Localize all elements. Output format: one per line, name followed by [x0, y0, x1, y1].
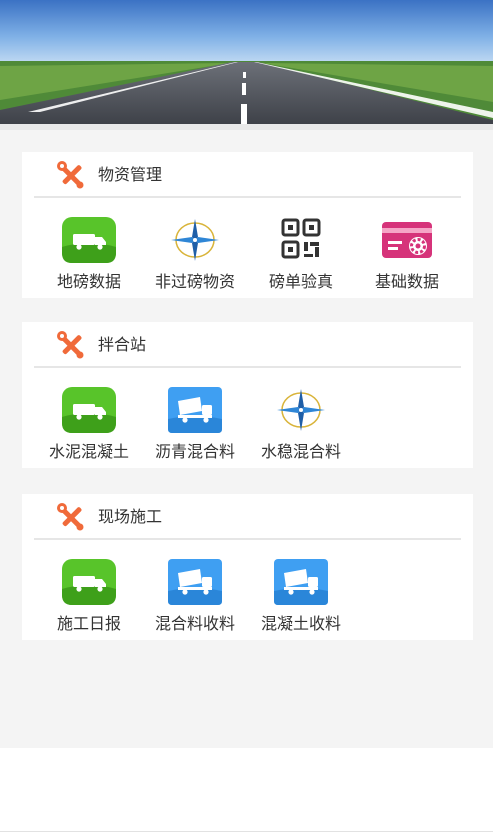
menu-item-basic-data[interactable]: 基础数据: [352, 204, 462, 294]
compass-star-icon: [171, 219, 219, 261]
header-banner-image: [0, 0, 493, 130]
tools-icon: [57, 161, 84, 189]
section-header: 现场施工: [34, 494, 461, 540]
section-card-materials: 物资管理 地磅数据 非过磅物资 磅单验真 基础数据: [22, 152, 473, 298]
menu-item-label: 施工日报: [56, 614, 121, 633]
section-title: 现场施工: [98, 507, 163, 526]
tools-icon: [57, 331, 84, 359]
qr-code-icon: [281, 218, 321, 259]
truck-scale-icon: [62, 387, 116, 433]
dump-truck-icon: [168, 387, 222, 433]
truck-scale-icon: [62, 559, 116, 605]
settings-card-icon: [382, 222, 432, 258]
menu-item-label: 非过磅物资: [154, 272, 235, 291]
menu-item-label: 水稳混合料: [260, 442, 341, 461]
compass-star-icon: [277, 389, 325, 431]
section-header: 拌合站: [34, 322, 461, 368]
menu-item-ticket-verification[interactable]: 磅单验真: [246, 204, 356, 294]
menu-item-non-weighed-materials[interactable]: 非过磅物资: [140, 204, 250, 294]
menu-item-daily-report[interactable]: 施工日报: [34, 546, 144, 636]
menu-item-mixture-receiving[interactable]: 混合料收料: [140, 546, 250, 636]
truck-scale-icon: [62, 217, 116, 263]
menu-item-label: 水泥混凝土: [48, 442, 129, 461]
menu-item-label: 基础数据: [374, 272, 439, 291]
section-card-site-construction: 现场施工 施工日报 混合料收料 混凝土收料: [22, 494, 473, 640]
bottom-divider: [0, 831, 493, 832]
section-title: 物资管理: [98, 165, 163, 184]
menu-item-cement-concrete[interactable]: 水泥混凝土: [34, 374, 144, 464]
dump-truck-icon: [274, 559, 328, 605]
menu-item-label: 沥青混合料: [154, 442, 235, 461]
menu-item-label: 磅单验真: [268, 272, 333, 291]
menu-item-concrete-receiving[interactable]: 混凝土收料: [246, 546, 356, 636]
menu-item-label: 混合料收料: [154, 614, 235, 633]
menu-item-label: 地磅数据: [56, 272, 121, 291]
menu-item-label: 混凝土收料: [260, 614, 341, 633]
menu-item-stabilized-mixture[interactable]: 水稳混合料: [246, 374, 356, 464]
menu-item-asphalt-mixture[interactable]: 沥青混合料: [140, 374, 250, 464]
section-header: 物资管理: [34, 152, 461, 198]
section-title: 拌合站: [98, 335, 147, 354]
dump-truck-icon: [168, 559, 222, 605]
section-card-mixing-station: 拌合站 水泥混凝土 沥青混合料 水稳混合料: [22, 322, 473, 468]
menu-item-weighbridge-data[interactable]: 地磅数据: [34, 204, 144, 294]
tools-icon: [57, 503, 84, 531]
